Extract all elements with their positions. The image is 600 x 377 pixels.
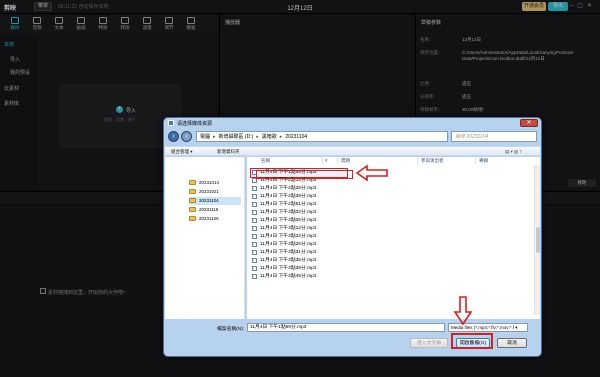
file-row[interactable]: 11月4日 下午3點39分.mp3 (251, 265, 441, 273)
filename-input[interactable]: 11月4日 下午1點59分.mp3 (247, 323, 445, 332)
command-bar: 組合管理 ▾ 新增資料夾 ▤ ▾ ▥ ? (165, 146, 540, 156)
column-header-artist[interactable]: 參與演出者 (421, 157, 444, 165)
breadcrumb-item[interactable]: 新增磁碟區 (D:) (219, 134, 254, 140)
audio-file-icon (252, 210, 257, 215)
folder-item[interactable]: 20231118 (189, 206, 241, 214)
scrollbar[interactable] (534, 165, 540, 315)
audio-file-icon (252, 274, 257, 279)
folder-icon (189, 207, 196, 212)
audio-file-icon (252, 266, 257, 271)
folder-item-selected[interactable]: 20231104 (189, 197, 241, 205)
audio-file-icon (252, 186, 257, 191)
folder-item[interactable]: 20231125 (189, 215, 241, 223)
audio-file-icon (252, 226, 257, 231)
audio-file-icon (252, 218, 257, 223)
organize-button[interactable]: 組合管理 ▾ (171, 149, 193, 155)
annotation-left-arrow-icon (355, 164, 388, 182)
file-row[interactable]: 11月4日 下午3點31分.mp3 (251, 249, 441, 257)
view-options-icon[interactable]: ▤ ▾ ▥ ? (505, 149, 522, 155)
folder-icon (189, 189, 196, 194)
dialog-app-icon (168, 120, 174, 126)
column-divider (322, 158, 323, 164)
annotation-open-button-highlight (451, 333, 493, 349)
dialog-title-bar: 请选择媒体资源 ✕ (164, 118, 541, 129)
column-header-number[interactable]: # (325, 157, 328, 165)
address-bar[interactable]: 電腦 ▸ 新增磁碟區 (D:) ▸ 黑暗歌 ▸ 20231104 (196, 131, 448, 142)
new-folder-button[interactable]: 新增資料夾 (217, 149, 240, 155)
column-divider (417, 158, 418, 164)
file-row[interactable]: 11月4日 下午3點22分.mp3 (251, 233, 441, 241)
audio-file-icon (252, 202, 257, 207)
file-row[interactable]: 11月4日 下午2點51分.mp3 (251, 201, 441, 209)
annotation-file-highlight (256, 170, 353, 179)
folder-icon (189, 198, 196, 203)
cancel-button[interactable]: 取消 (497, 338, 527, 348)
scrollbar-thumb[interactable] (536, 227, 540, 253)
file-row[interactable]: 11月4日 下午2點28分.mp3 (251, 185, 441, 193)
file-open-dialog: 请选择媒体资源 ✕ ‹ › 電腦 ▸ 新增磁碟區 (D:) ▸ 黑暗歌 ▸ 20231104… (163, 117, 542, 357)
file-row[interactable]: 11月4日 下午2點39分.mp3 (251, 193, 441, 201)
audio-file-icon (252, 234, 257, 239)
folder-tree: 20231014 20231021 20231104 20231118 2023… (165, 157, 245, 319)
file-list: 名稱 # 標題 參與演出者 專輯 11月4日 下午1點59分.mp3 11月4日… (247, 157, 540, 319)
column-header-album[interactable]: 專輯 (479, 157, 488, 165)
file-row[interactable]: 11月4日 下午3點26分.mp3 (251, 241, 441, 249)
dialog-title: 请选择媒体资源 (177, 121, 213, 127)
breadcrumb-item[interactable]: 電腦 (200, 134, 210, 140)
column-header-title[interactable]: 標題 (341, 157, 350, 165)
column-divider (475, 158, 476, 164)
file-row[interactable]: 11月4日 下午3點45分.mp3 (251, 273, 441, 281)
forward-arrow-icon[interactable]: › (181, 131, 192, 142)
file-row[interactable]: 11月4日 下午3點12分.mp3 (251, 225, 441, 233)
folder-icon (189, 216, 196, 221)
file-row[interactable]: 11月4日 下午3點35分.mp3 (251, 257, 441, 265)
audio-file-icon (252, 250, 257, 255)
breadcrumb-item[interactable]: 20231104 (285, 134, 307, 140)
column-divider (337, 158, 338, 164)
filename-label: 檔案名稱(N): (217, 327, 245, 332)
folder-item[interactable]: 20231014 (189, 179, 241, 187)
import-string-button[interactable]: 匯入文字串 (410, 338, 448, 348)
folder-item[interactable]: 20231021 (189, 188, 241, 196)
file-row[interactable]: 11月4日 下午3點02分.mp3 (251, 209, 441, 217)
column-header-name[interactable]: 名稱 (261, 157, 270, 165)
folder-icon (189, 180, 196, 185)
audio-file-icon (252, 194, 257, 199)
address-row: ‹ › 電腦 ▸ 新增磁碟區 (D:) ▸ 黑暗歌 ▸ 20231104 搜尋 202311… (168, 131, 537, 144)
audio-file-icon (252, 242, 257, 247)
back-arrow-icon[interactable]: ‹ (168, 131, 179, 142)
audio-file-icon (252, 258, 257, 263)
annotation-down-arrow-icon (453, 296, 473, 326)
search-input[interactable]: 搜尋 20231104 (451, 131, 537, 142)
close-icon[interactable]: ✕ (520, 119, 538, 127)
editor-window: 剪映 菜单 06:11:32 自动保存本地 12月12日 开通会员 导出 –▢✕… (0, 0, 600, 377)
breadcrumb-item[interactable]: 黑暗歌 (262, 134, 277, 140)
file-row[interactable]: 11月4日 下午3點05分.mp3 (251, 217, 441, 225)
